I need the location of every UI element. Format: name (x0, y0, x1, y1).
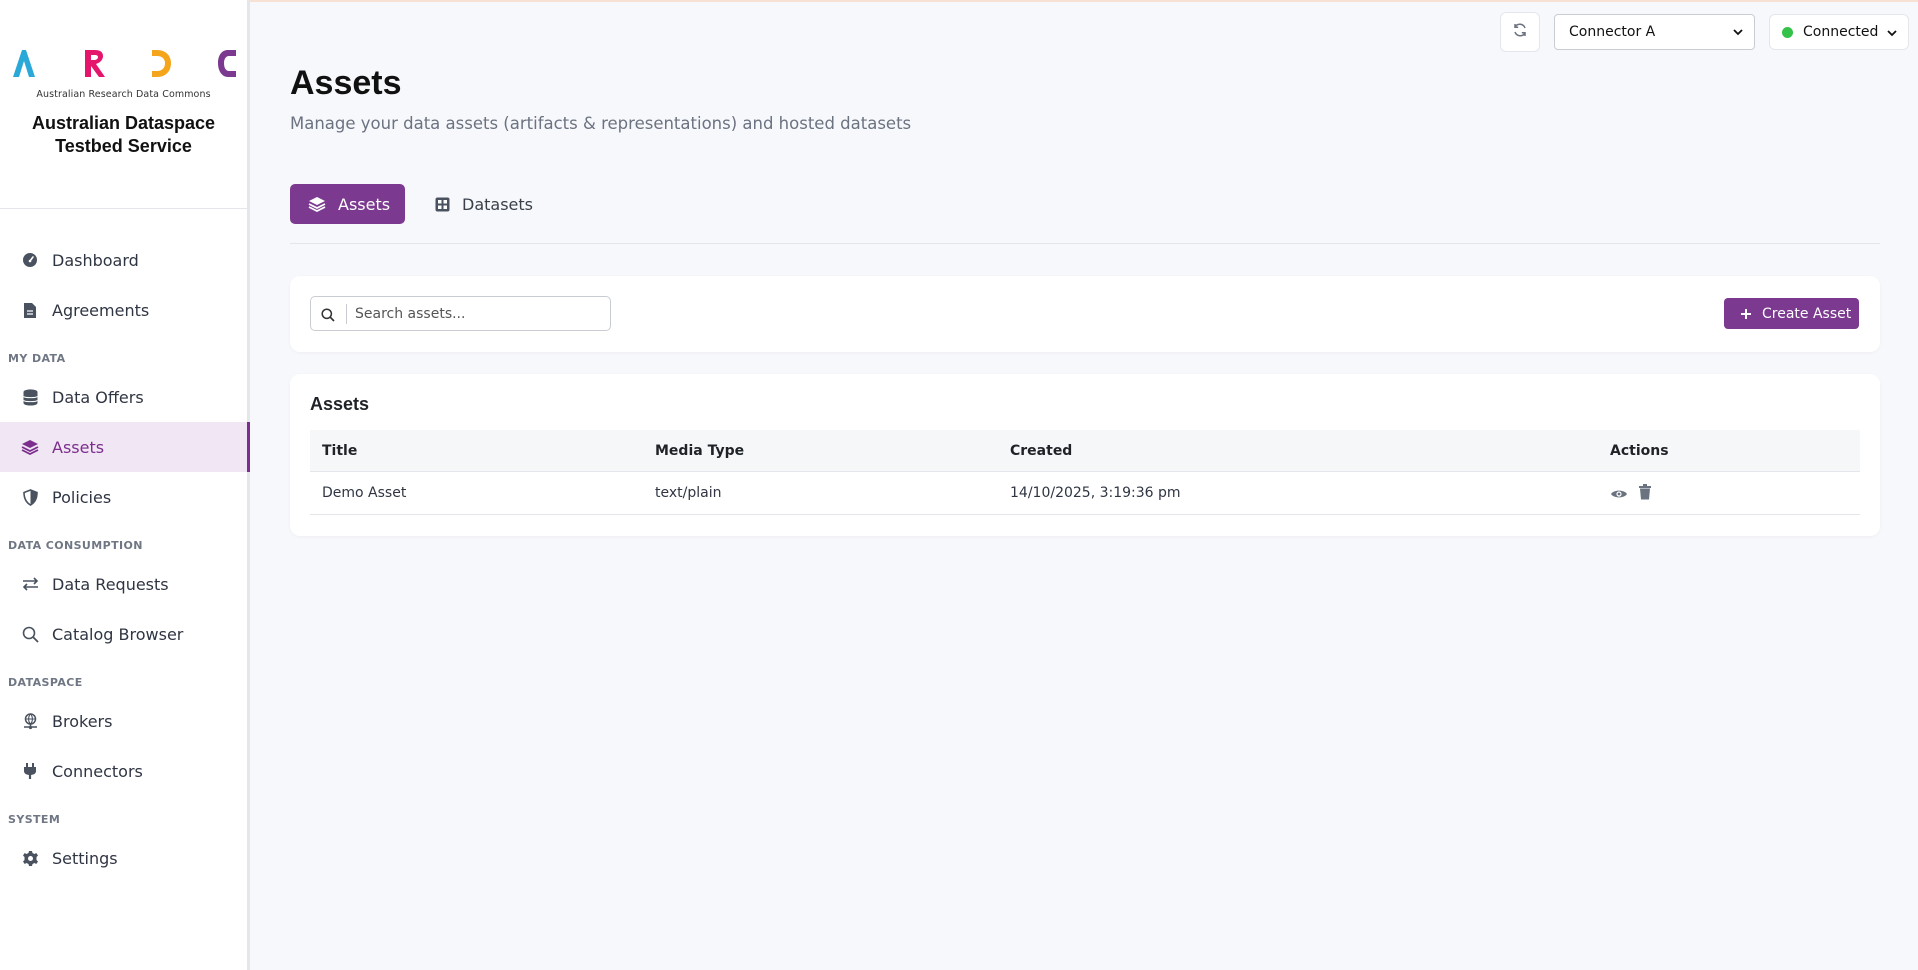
search-box[interactable] (310, 296, 611, 331)
sidebar-item-label: Catalog Browser (52, 624, 184, 644)
sidebar-item-catalog-browser[interactable]: Catalog Browser (0, 609, 247, 659)
section-my-data: MY DATA (8, 352, 66, 365)
sidebar-nav: Dashboard Agreements MY DATA Data Offers… (0, 209, 250, 883)
search-divider (346, 304, 347, 324)
app-title: Australian Dataspace Testbed Service (31, 113, 216, 156)
tab-bar: Assets Datasets (290, 184, 1880, 244)
ardc-logo[interactable] (0, 44, 247, 78)
tab-assets[interactable]: Assets (290, 184, 405, 224)
logo-letter-r (84, 50, 105, 77)
sidebar: Australian Research Data Commons Austral… (0, 0, 250, 970)
sidebar-item-dashboard[interactable]: Dashboard (0, 235, 247, 285)
sidebar-item-label: Connectors (52, 761, 143, 781)
shield-icon (20, 487, 40, 507)
toolbar-card: Create Asset (290, 276, 1880, 352)
arrows-exchange-icon (20, 574, 40, 594)
globe-network-icon (20, 711, 40, 731)
section-data-consumption: DATA CONSUMPTION (8, 539, 143, 552)
sidebar-item-label: Dashboard (52, 250, 139, 270)
sidebar-item-label: Agreements (52, 300, 150, 320)
sidebar-item-settings[interactable]: Settings (0, 833, 247, 883)
status-dot-icon (1782, 26, 1793, 38)
connector-select[interactable]: Connector A (1554, 14, 1755, 50)
plus-icon (1740, 308, 1752, 320)
sidebar-item-label: Policies (52, 487, 112, 507)
sidebar-item-brokers[interactable]: Brokers (0, 696, 247, 746)
refresh-button[interactable] (1500, 12, 1540, 52)
logo-letter-a (12, 50, 35, 77)
search-icon (321, 307, 335, 326)
sidebar-item-label: Brokers (52, 711, 113, 731)
column-header-media-type[interactable]: Media Type (655, 443, 744, 459)
section-system: SYSTEM (8, 813, 61, 826)
cell-title: Demo Asset (322, 485, 407, 501)
database-icon (20, 387, 40, 407)
row-actions (1610, 484, 1652, 504)
cell-created: 14/10/2025, 3:19:36 pm (1010, 485, 1181, 501)
top-accent-line (0, 0, 1918, 2)
view-icon[interactable] (1610, 485, 1628, 504)
sidebar-item-agreements[interactable]: Agreements (0, 285, 247, 335)
page-subtitle: Manage your data assets (artifacts & rep… (290, 114, 912, 133)
column-header-created[interactable]: Created (1010, 443, 1072, 459)
plug-icon (20, 761, 40, 781)
refresh-icon (1512, 22, 1528, 42)
create-asset-label: Create Asset (1762, 305, 1852, 322)
table-title: Assets (310, 394, 370, 414)
column-header-title[interactable]: Title (322, 443, 357, 459)
tab-label: Datasets (462, 194, 533, 214)
trash-icon[interactable] (1638, 484, 1652, 504)
logo-caption: Australian Research Data Commons (36, 89, 211, 100)
column-header-actions: Actions (1610, 443, 1669, 459)
search-icon (20, 624, 40, 644)
connection-status-label: Connected (1803, 24, 1879, 40)
sidebar-item-assets[interactable]: Assets (0, 422, 250, 472)
cell-media-type: text/plain (655, 485, 722, 501)
tab-label: Assets (338, 194, 391, 214)
create-asset-button[interactable]: Create Asset (1724, 298, 1859, 329)
brand-header: Australian Research Data Commons Austral… (0, 0, 247, 209)
sidebar-item-data-requests[interactable]: Data Requests (0, 559, 247, 609)
sidebar-item-connectors[interactable]: Connectors (0, 746, 247, 796)
logo-letter-d (151, 50, 171, 77)
sidebar-item-label: Assets (52, 437, 105, 457)
document-icon (20, 300, 40, 320)
gear-icon (20, 848, 40, 868)
search-input[interactable] (355, 303, 605, 325)
section-dataspace: DATASPACE (8, 676, 83, 689)
assets-table-card: Assets Title Media Type Created Actions … (290, 374, 1880, 536)
sidebar-item-policies[interactable]: Policies (0, 472, 247, 522)
sidebar-item-label: Settings (52, 848, 118, 868)
table-header: Title Media Type Created Actions (310, 430, 1860, 472)
table-row[interactable]: Demo Asset text/plain 14/10/2025, 3:19:3… (310, 472, 1860, 515)
tab-datasets[interactable]: Datasets (435, 184, 533, 224)
grid-icon (435, 197, 450, 212)
chevron-down-icon (1732, 26, 1744, 42)
sidebar-item-label: Data Offers (52, 387, 144, 407)
page-title: Assets (290, 64, 402, 102)
connection-status-dropdown[interactable]: Connected (1769, 14, 1909, 50)
logo-letter-c (217, 50, 236, 77)
chevron-down-icon (1886, 27, 1898, 43)
layers-icon (308, 196, 326, 212)
sidebar-item-data-offers[interactable]: Data Offers (0, 372, 247, 422)
connector-select-value: Connector A (1569, 24, 1656, 40)
sidebar-item-label: Data Requests (52, 574, 169, 594)
gauge-icon (20, 250, 40, 270)
layers-icon (20, 437, 40, 457)
